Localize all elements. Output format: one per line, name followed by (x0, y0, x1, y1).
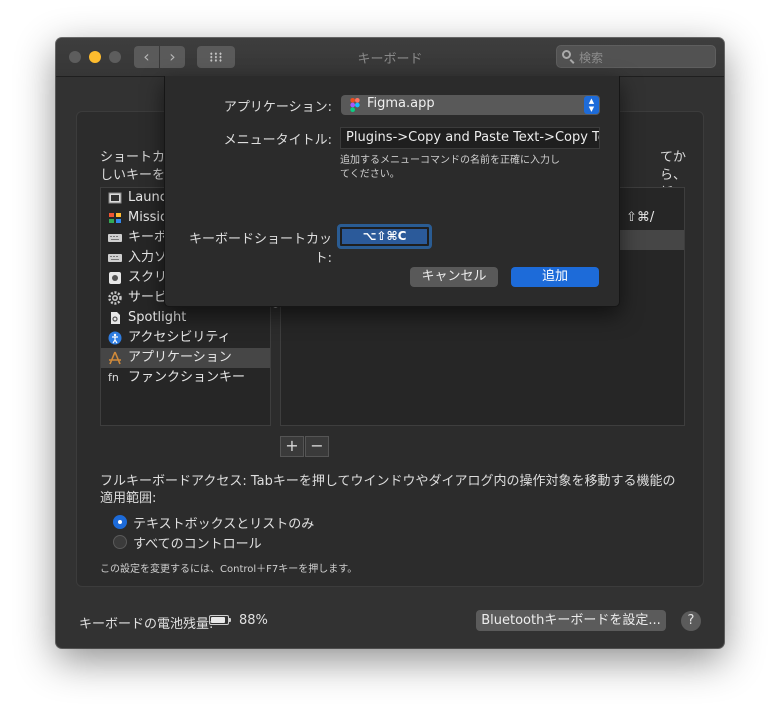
category-item-function-keys[interactable]: fn ファンクションキー (101, 368, 270, 388)
menu-title-label: メニュータイトル: (223, 133, 332, 148)
setup-bluetooth-keyboard-button[interactable]: Bluetoothキーボードを設定... (476, 610, 666, 631)
category-item-accessibility[interactable]: アクセシビリティ (101, 328, 270, 348)
keyboard-preferences-window: ‹ › キーボード 検索 ショートカ しいキーを押 てから、新 Launchpa… (56, 38, 724, 648)
menu-title-field[interactable]: Plugins->Copy and Paste Text->Copy Text (340, 127, 600, 149)
cancel-button[interactable]: キャンセル (410, 267, 498, 287)
battery-fill (211, 617, 226, 623)
add-button[interactable]: 追加 (511, 267, 599, 287)
application-popup[interactable]: Figma.app ▲ ▼ (341, 95, 600, 115)
function-key-icon: fn (108, 371, 119, 384)
search-icon (562, 50, 571, 59)
add-shortcut-button[interactable]: + (280, 436, 304, 457)
category-label: アプリケーション (128, 350, 232, 365)
category-label: ファンクションキー (128, 370, 246, 385)
battery-percent: 88% (239, 613, 268, 628)
radio-all-controls[interactable] (113, 535, 127, 549)
shortcut-note: この設定を変更するには、Control＋F7キーを押します。 (100, 564, 358, 575)
input-source-icon (108, 254, 122, 262)
shortcut-field[interactable]: ⌥⇧⌘C (337, 224, 432, 249)
radio-all-controls-label[interactable]: すべてのコントロール (133, 533, 262, 552)
app-store-icon (109, 351, 121, 365)
keyboard-icon (108, 234, 122, 242)
title-bar: ‹ › キーボード 検索 (56, 38, 724, 77)
battery-label: キーボードの電池残量: (79, 617, 214, 632)
search-field[interactable]: 検索 (556, 45, 716, 68)
mission-control-icon (109, 213, 121, 223)
services-gear-icon (108, 291, 122, 305)
help-button[interactable]: ? (681, 611, 701, 631)
figma-icon (350, 98, 360, 112)
shortcut-label: キーボードショートカット: (188, 232, 332, 266)
shortcut-value: ⌥⇧⌘C (342, 229, 427, 244)
category-item-spotlight[interactable]: Spotlight (101, 308, 270, 328)
shortcut-key-text: ⇧⌘/ (626, 210, 655, 225)
popup-arrows-icon: ▲ ▼ (584, 96, 599, 114)
radio-text-and-lists[interactable] (113, 515, 127, 529)
search-placeholder: 検索 (579, 51, 604, 65)
accessibility-icon (108, 331, 122, 345)
menu-title-hint: 追加するメニューコマンドの名前を正確に入力してください。 (340, 155, 560, 180)
battery-icon (209, 615, 231, 625)
launchpad-icon (108, 192, 122, 204)
category-label: Spotlight (128, 310, 187, 325)
application-label: アプリケーション: (223, 100, 332, 115)
add-shortcut-sheet: アプリケーション: Figma.app ▲ ▼ メニュータイトル: Plugins… (164, 76, 620, 307)
spotlight-icon (111, 312, 120, 324)
screenshot-icon (109, 272, 121, 284)
remove-shortcut-button[interactable]: − (305, 436, 329, 457)
category-label: アクセシビリティ (128, 330, 231, 345)
radio-text-and-lists-label[interactable]: テキストボックスとリストのみ (133, 513, 314, 532)
category-item-applications[interactable]: アプリケーション (101, 348, 270, 368)
application-value: Figma.app (367, 96, 435, 111)
full-keyboard-access-label: フルキーボードアクセス: Tabキーを押してウインドウやダイアログ内の操作対象を… (100, 474, 676, 506)
